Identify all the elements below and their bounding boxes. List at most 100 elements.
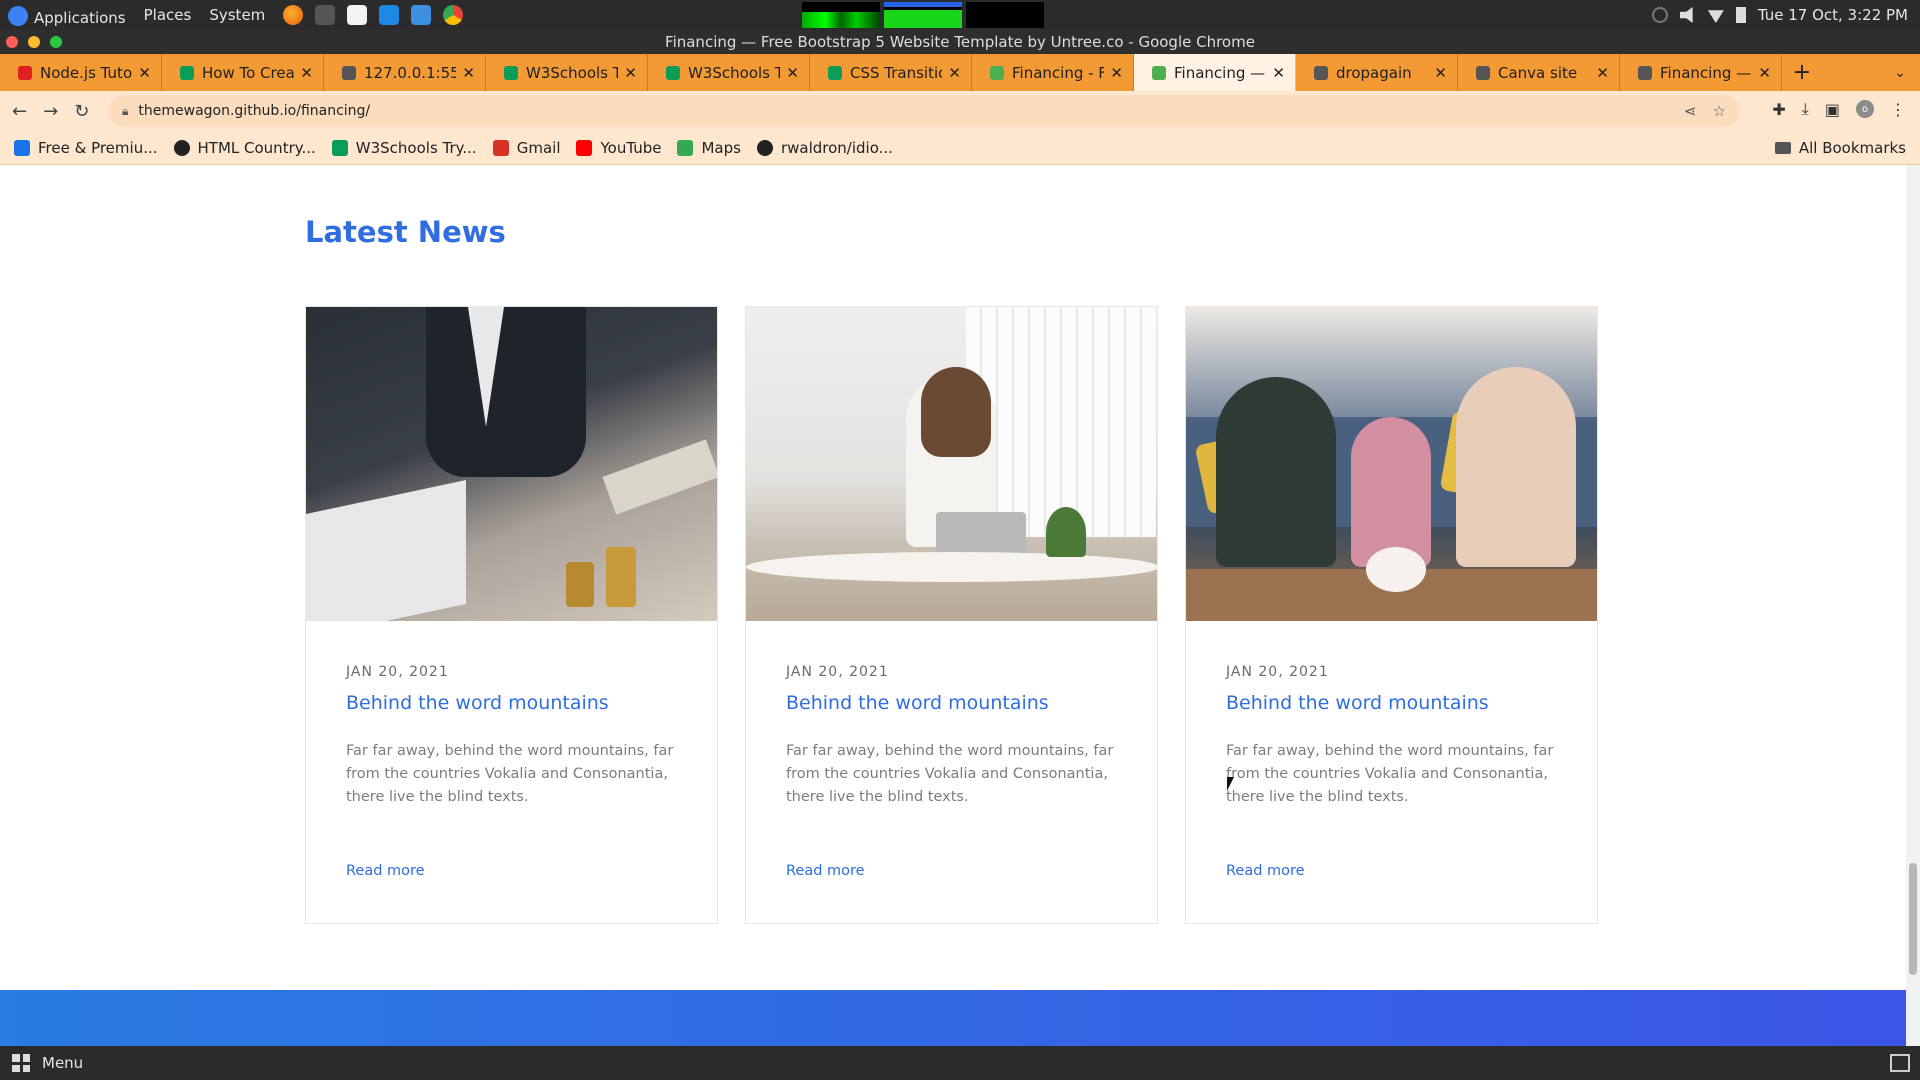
all-bookmarks-button[interactable]: All Bookmarks (1774, 139, 1906, 157)
read-more-link[interactable]: Read more (346, 863, 425, 879)
lock-icon[interactable]: 🔒︎ (122, 104, 128, 119)
extensions-puzzle-icon[interactable]: ✚ (1772, 100, 1785, 119)
maximize-window-button[interactable] (50, 36, 62, 48)
bluetooth-icon[interactable] (1651, 7, 1668, 23)
news-title-link[interactable]: Behind the word mountains (1226, 692, 1557, 714)
close-tab-icon[interactable]: ✕ (1758, 64, 1771, 82)
browser-tab-active[interactable]: Financing — F✕ (1134, 54, 1296, 91)
news-date: JAN 20, 2021 (346, 664, 449, 680)
browser-tab[interactable]: Financing - Fr ✕ (972, 54, 1134, 91)
terminal-launcher-icon[interactable] (315, 5, 336, 25)
bookmark-star-icon[interactable]: ☆ (1713, 102, 1726, 120)
firefox-launcher-icon[interactable] (283, 5, 304, 25)
browser-tab[interactable]: Canva site ✕ (1458, 54, 1620, 91)
hair-shape (921, 367, 991, 457)
close-tab-icon[interactable]: ✕ (624, 64, 637, 82)
download-icon[interactable]: ⤓ (1802, 99, 1809, 119)
coin-stack-shape (566, 562, 594, 607)
news-card: JAN 20, 2021 Behind the word mountains F… (745, 306, 1158, 924)
close-tab-icon[interactable]: ✕ (786, 64, 799, 82)
share-icon[interactable]: ⋖ (1684, 102, 1697, 120)
reload-icon[interactable]: ↻ (74, 101, 89, 122)
girl-figure-shape (1351, 417, 1431, 567)
tab-search-chevron-icon[interactable]: ⌄ (1894, 54, 1906, 91)
plant-shape (1046, 507, 1086, 557)
menu-button[interactable]: Menu (42, 1054, 83, 1072)
bookmark-item[interactable]: Maps (677, 139, 741, 157)
text-editor-launcher-icon[interactable] (347, 5, 368, 25)
vscode-launcher-icon[interactable] (379, 5, 400, 25)
bookmark-item[interactable]: Gmail (492, 139, 560, 157)
close-tab-icon[interactable]: ✕ (1434, 64, 1447, 82)
tab-favicon-icon (828, 65, 842, 80)
memory-graph (884, 2, 962, 28)
close-tab-icon[interactable]: ✕ (1272, 64, 1285, 82)
news-title-link[interactable]: Behind the word mountains (346, 692, 677, 714)
wifi-icon[interactable] (1707, 10, 1724, 23)
tab-favicon-icon (1476, 65, 1490, 80)
profile-avatar[interactable]: o (1856, 100, 1874, 118)
browser-tab[interactable]: Node.js Tutori ✕ (0, 54, 162, 91)
network-graph (966, 2, 1044, 28)
tab-favicon-icon (504, 65, 518, 80)
news-card-image[interactable] (1186, 307, 1597, 621)
minimize-window-button[interactable] (28, 36, 40, 48)
browser-tab[interactable]: CSS Transition✕ (810, 54, 972, 91)
news-card-image[interactable] (746, 307, 1157, 621)
read-more-link[interactable]: Read more (786, 863, 865, 879)
cloud-launcher-icon[interactable] (411, 5, 432, 25)
bookmark-item[interactable]: Free & Premiu... (14, 139, 158, 157)
bookmark-item[interactable]: rwaldron/idio... (756, 139, 893, 157)
section-title: Latest News (305, 215, 506, 249)
show-desktop-icon[interactable] (1890, 1054, 1910, 1072)
kebab-menu-icon[interactable]: ⋮ (1890, 100, 1906, 119)
browser-tab[interactable]: Financing — F✕ (1620, 54, 1782, 91)
window-title: Financing — Free Bootstrap 5 Website Tem… (665, 33, 1255, 51)
places-menu[interactable]: Places (144, 6, 192, 24)
close-tab-icon[interactable]: ✕ (138, 64, 151, 82)
close-tab-icon[interactable]: ✕ (948, 64, 961, 82)
bookmark-item[interactable]: YouTube (576, 139, 661, 157)
clock[interactable]: Tue 17 Oct, 3:22 PM (1758, 6, 1908, 24)
youtube-icon (576, 139, 593, 156)
browser-tab[interactable]: 127.0.0.1:5500✕ (324, 54, 486, 91)
scrollbar-thumb[interactable] (1909, 863, 1917, 975)
close-tab-icon[interactable]: ✕ (462, 64, 475, 82)
side-panel-icon[interactable]: ▣ (1825, 100, 1840, 119)
news-card-image[interactable] (306, 307, 717, 621)
chrome-launcher-icon[interactable] (443, 5, 464, 25)
read-more-link[interactable]: Read more (1226, 863, 1305, 879)
forward-icon[interactable]: → (43, 101, 58, 122)
tab-favicon-icon (666, 65, 680, 80)
url-text[interactable]: themewagon.github.io/financing/ (138, 103, 370, 119)
tab-favicon-icon (1638, 65, 1652, 80)
news-card: JAN 20, 2021 Behind the word mountains F… (1185, 306, 1598, 924)
browser-tab[interactable]: How To Create✕ (162, 54, 324, 91)
system-menu[interactable]: System (209, 6, 265, 24)
bookmark-item[interactable]: W3Schools Try... (331, 139, 477, 157)
news-date: JAN 20, 2021 (1226, 664, 1329, 680)
news-excerpt: Far far away, behind the word mountains,… (1226, 743, 1554, 805)
tab-favicon-icon (1152, 65, 1166, 80)
browser-tab[interactable]: dropagain ✕ (1296, 54, 1458, 91)
bookmark-item[interactable]: HTML Country... (173, 139, 316, 157)
browser-tab[interactable]: W3Schools Try✕ (648, 54, 810, 91)
browser-tab[interactable]: W3Schools Try✕ (486, 54, 648, 91)
close-window-button[interactable] (6, 36, 18, 48)
vertical-scrollbar[interactable] (1906, 165, 1920, 1046)
close-tab-icon[interactable]: ✕ (1110, 64, 1123, 82)
close-tab-icon[interactable]: ✕ (300, 64, 313, 82)
news-title-link[interactable]: Behind the word mountains (786, 692, 1117, 714)
close-tab-icon[interactable]: ✕ (1596, 64, 1609, 82)
window-title-bar: Financing — Free Bootstrap 5 Website Tem… (0, 30, 1920, 54)
volume-icon[interactable] (1679, 7, 1693, 23)
w3schools-icon (331, 139, 348, 156)
applications-menu[interactable]: Applications (8, 3, 126, 27)
back-icon[interactable]: ← (12, 101, 27, 122)
footer-band (0, 990, 1906, 1046)
battery-icon[interactable] (1735, 7, 1746, 23)
tab-favicon-icon (1314, 65, 1328, 80)
new-tab-button[interactable]: + (1782, 54, 1822, 91)
menu-grid-icon[interactable] (12, 1054, 30, 1072)
address-bar[interactable]: 🔒︎ themewagon.github.io/financing/ ⋖ ☆ (108, 95, 1740, 127)
